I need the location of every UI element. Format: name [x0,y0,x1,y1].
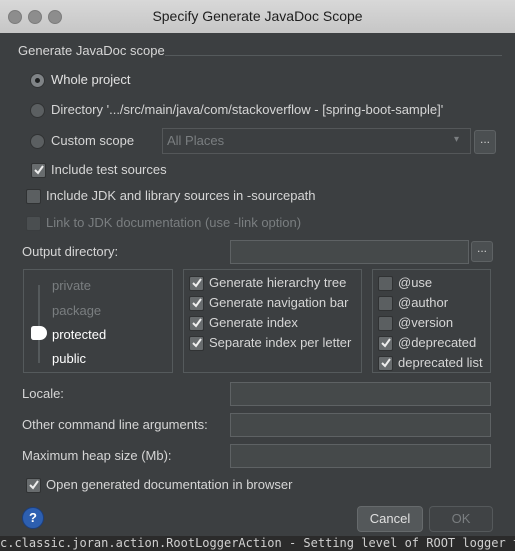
directory-radio[interactable] [30,103,45,118]
checkmark-icon [29,480,39,490]
directory-label[interactable]: Directory '.../src/main/java/com/stackov… [51,102,443,117]
visibility-slider-thumb[interactable] [31,326,47,340]
tag-use-checkbox[interactable] [378,276,393,291]
output-directory-input[interactable] [230,240,469,264]
open-browser-label[interactable]: Open generated documentation in browser [46,477,292,492]
checkmark-icon [192,298,202,308]
whole-project-radio[interactable] [30,73,45,88]
generate-hierarchy-label[interactable]: Generate hierarchy tree [209,275,346,290]
tag-deprecated-checkbox[interactable] [378,336,393,351]
custom-scope-label[interactable]: Custom scope [51,133,134,148]
custom-scope-select[interactable]: All Places ▾ [162,128,471,154]
generate-hierarchy-checkbox[interactable] [189,276,204,291]
background-terminal-output: c.classic.joran.action.RootLoggerAction … [0,536,515,551]
include-test-sources-label[interactable]: Include test sources [51,162,167,177]
include-jdk-label[interactable]: Include JDK and library sources in -sour… [46,188,316,203]
tag-version-label[interactable]: @version [398,315,453,330]
tag-author-label[interactable]: @author [398,295,448,310]
generate-navigation-checkbox[interactable] [189,296,204,311]
other-args-label: Other command line arguments: [22,417,208,432]
link-jdk-checkbox [26,216,41,231]
cancel-button[interactable]: Cancel [357,506,423,532]
link-jdk-label: Link to JDK documentation (use -link opt… [46,215,302,230]
custom-scope-value: All Places [167,133,225,148]
generate-navigation-label[interactable]: Generate navigation bar [209,295,348,310]
generate-index-label[interactable]: Generate index [209,315,298,330]
tag-author-checkbox[interactable] [378,296,393,311]
whole-project-label[interactable]: Whole project [51,72,130,87]
heap-size-input[interactable] [230,444,491,468]
open-browser-checkbox[interactable] [26,478,41,493]
visibility-panel [23,269,173,373]
checkmark-icon [381,338,391,348]
custom-scope-browse-button[interactable]: ... [474,130,496,154]
tag-use-label[interactable]: @use [398,275,432,290]
scope-group-separator [165,55,502,56]
output-directory-label: Output directory: [22,244,119,259]
tag-deprecated-list-label[interactable]: deprecated list [398,355,483,370]
chevron-down-icon: ▾ [454,134,460,145]
other-args-input[interactable] [230,413,491,437]
visibility-level-private[interactable]: private [52,278,91,293]
window-title: Specify Generate JavaDoc Scope [152,8,363,24]
tag-deprecated-label[interactable]: @deprecated [398,335,476,350]
checkmark-icon [192,318,202,328]
tag-version-checkbox[interactable] [378,316,393,331]
include-test-sources-checkbox[interactable] [31,163,46,178]
scope-group-label: Generate JavaDoc scope [18,43,165,58]
checkmark-icon [381,358,391,368]
locale-label: Locale: [22,386,64,401]
visibility-level-package[interactable]: package [52,303,101,318]
locale-input[interactable] [230,382,491,406]
separate-index-checkbox[interactable] [189,336,204,351]
checkmark-icon [192,338,202,348]
tag-deprecated-list-checkbox[interactable] [378,356,393,371]
help-button[interactable]: ? [22,507,44,529]
visibility-level-public[interactable]: public [52,351,86,366]
include-jdk-checkbox[interactable] [26,189,41,204]
checkmark-icon [34,165,44,175]
checkmark-icon [192,278,202,288]
visibility-slider-track[interactable] [38,285,40,363]
question-icon: ? [29,510,37,525]
separate-index-label[interactable]: Separate index per letter [209,335,351,350]
output-directory-browse-button[interactable]: ... [471,241,493,262]
heap-size-label: Maximum heap size (Mb): [22,448,172,463]
ok-button[interactable]: OK [429,506,493,532]
custom-scope-radio[interactable] [30,134,45,149]
visibility-level-protected[interactable]: protected [52,327,106,342]
generate-index-checkbox[interactable] [189,316,204,331]
